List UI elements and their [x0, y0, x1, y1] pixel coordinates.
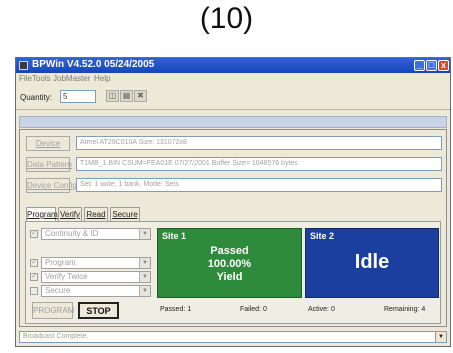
- continuity-select[interactable]: Continuity & ID ▼: [41, 228, 151, 240]
- site-1-panel: Site 1 Passed 100.00% Yield: [157, 228, 302, 298]
- figure-caption: (10): [199, 2, 254, 35]
- device-config-info: Set: 1 wide, 1 bank. Mode: Sets: [76, 178, 442, 192]
- tab-program[interactable]: Program: [26, 207, 58, 221]
- program-select[interactable]: Program ▼: [41, 257, 151, 269]
- device-config-button[interactable]: Device Config: [26, 178, 77, 193]
- secure-label: Secure: [45, 286, 71, 295]
- chevron-down-icon[interactable]: ▼: [139, 258, 150, 268]
- site-2-label: Site 2: [310, 231, 335, 241]
- program-label: Program: [45, 258, 76, 267]
- status-bar: Broadcast Complete. ▼: [19, 331, 447, 343]
- quantity-label: Quantity:: [20, 93, 53, 102]
- open-icon[interactable]: ◫: [106, 90, 119, 102]
- secure-select[interactable]: Secure ▼: [41, 285, 151, 297]
- tab-read[interactable]: Read: [84, 207, 108, 221]
- minimize-button[interactable]: _: [414, 60, 425, 71]
- verify-twice-label: Verify Twice: [45, 272, 88, 281]
- chevron-down-icon[interactable]: ▼: [139, 272, 150, 282]
- menu-help[interactable]: Help: [94, 74, 110, 83]
- verify-twice-checkbox[interactable]: ✓: [30, 273, 38, 281]
- continuity-label: Continuity & ID: [45, 229, 99, 238]
- program-checkbox[interactable]: ✓: [30, 259, 38, 267]
- site-2-panel: Site 2 Idle: [305, 228, 439, 298]
- passed-count: Passed: 1: [160, 306, 192, 313]
- tab-verify[interactable]: Verify: [58, 207, 82, 221]
- status-text: Broadcast Complete.: [23, 333, 89, 340]
- failed-count: Failed: 0: [240, 306, 267, 313]
- chevron-down-icon[interactable]: ▼: [435, 332, 446, 342]
- menu-file[interactable]: File: [19, 74, 32, 83]
- data-pattern-info: T1MB_1.BIN CSUM=FEA01E 07/27/2001 Buffer…: [76, 157, 442, 171]
- device-info: Atmel AT29C010A Size: 131072x8: [76, 136, 442, 150]
- menu-tools[interactable]: Tools: [32, 74, 51, 83]
- continuity-checkbox[interactable]: ✓: [30, 230, 38, 238]
- site-2-status: Idle: [354, 251, 390, 273]
- close-button[interactable]: x: [438, 60, 449, 71]
- menu-jobmaster[interactable]: JobMaster: [53, 74, 90, 83]
- remaining-count: Remaining: 4: [384, 306, 426, 313]
- stop-button[interactable]: STOP: [78, 302, 119, 319]
- menu-bar: File Tools JobMaster Help: [16, 73, 450, 85]
- program-button[interactable]: PROGRAM: [32, 302, 74, 319]
- program-tab-panel: ✓ Continuity & ID ▼ ✓ Program ▼ ✓ Verify…: [25, 221, 441, 324]
- app-icon: [19, 61, 28, 70]
- main-panel: Device Atmel AT29C010A Size: 131072x8 Da…: [19, 129, 447, 327]
- site-1-label: Site 1: [162, 231, 187, 241]
- title-bar[interactable]: BPWin V4.52.0 05/24/2005 _ □ x: [16, 58, 450, 73]
- maximize-button[interactable]: □: [426, 60, 437, 71]
- settings-icon[interactable]: ✖: [134, 90, 147, 102]
- device-button[interactable]: Device: [26, 136, 70, 151]
- secure-checkbox[interactable]: [30, 287, 38, 295]
- verify-twice-select[interactable]: Verify Twice ▼: [41, 271, 151, 283]
- active-count: Active: 0: [308, 306, 335, 313]
- header-band: [19, 116, 447, 128]
- bpwin-window: BPWin V4.52.0 05/24/2005 _ □ x File Tool…: [15, 57, 451, 347]
- save-icon[interactable]: ▦: [120, 90, 133, 102]
- window-title: BPWin V4.52.0 05/24/2005: [32, 59, 155, 70]
- chevron-down-icon[interactable]: ▼: [139, 229, 150, 239]
- site-1-status: Passed 100.00% Yield: [207, 245, 252, 283]
- toolbar: Quantity: 5 ◫ ▦ ✖: [16, 85, 450, 110]
- tab-secure[interactable]: Secure: [110, 207, 140, 221]
- quantity-input[interactable]: 5: [60, 90, 96, 103]
- data-pattern-button[interactable]: Data Pattern: [26, 157, 72, 172]
- chevron-down-icon[interactable]: ▼: [139, 286, 150, 296]
